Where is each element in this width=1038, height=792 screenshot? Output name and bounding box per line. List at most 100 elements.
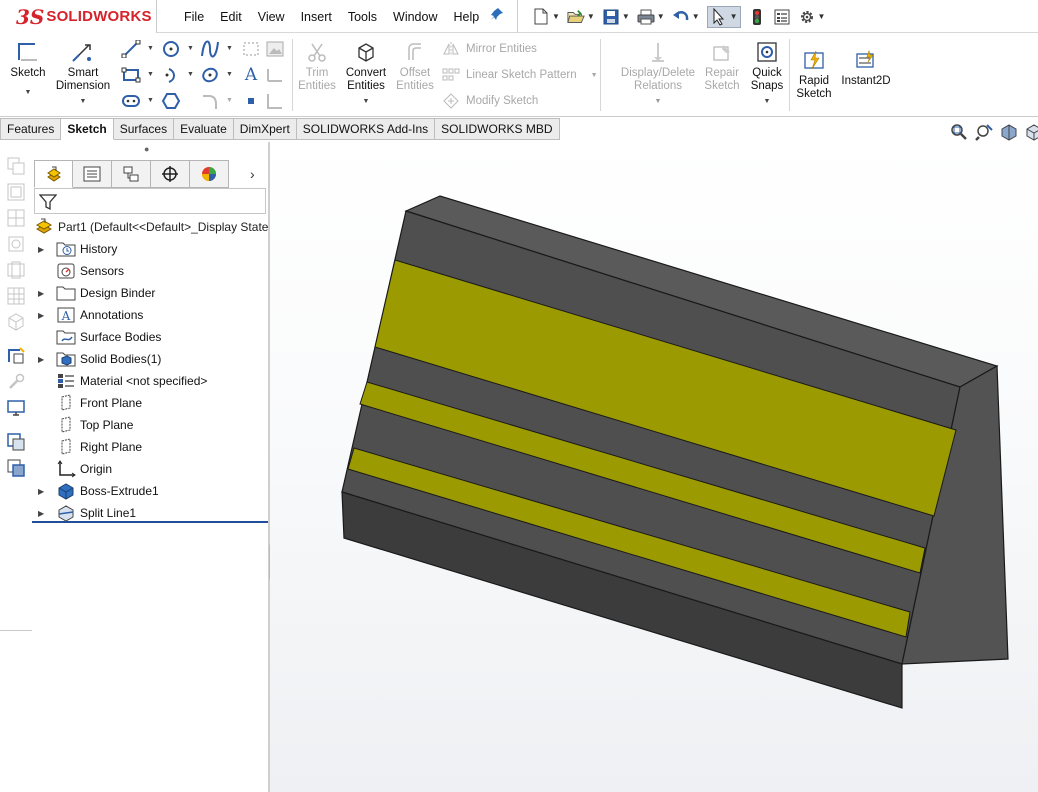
chevron-down-icon[interactable]: ▼ <box>147 71 154 78</box>
tree-item-boss-extrude1[interactable]: ▶ Boss-Extrude1 <box>32 480 268 502</box>
frame-icon[interactable] <box>6 260 26 280</box>
tree-item-top-plane[interactable]: Top Plane <box>32 414 268 436</box>
tree-item-material-not-specified[interactable]: Material <not specified> <box>32 370 268 392</box>
new-document-button[interactable]: ▼ <box>532 8 560 26</box>
tab-propertymanager[interactable] <box>73 160 112 188</box>
menu-window[interactable]: Window <box>385 10 445 24</box>
chevron-down-icon[interactable]: ▼ <box>692 12 700 21</box>
expand-arrow-icon[interactable]: ▶ <box>38 355 44 364</box>
solidworks-logo[interactable]: 3S SOLIDWORKS <box>0 0 157 33</box>
group-icon[interactable] <box>6 234 26 254</box>
select-button[interactable]: ▼ <box>706 5 741 28</box>
mirror-entities-button[interactable]: Mirror Entities <box>442 41 537 57</box>
chevron-down-icon[interactable]: ▼ <box>587 12 595 21</box>
quick-snaps-button[interactable]: Quick Snaps ▼ <box>747 39 787 108</box>
menu-tools[interactable]: Tools <box>340 10 385 24</box>
sketch-fillet-icon[interactable] <box>199 91 221 111</box>
menu-file[interactable]: File <box>176 10 212 24</box>
tab-surfaces[interactable]: Surfaces <box>113 118 175 140</box>
sketch-edit-icon[interactable] <box>6 346 26 366</box>
copy-icon[interactable] <box>6 156 26 176</box>
chevron-down-icon[interactable]: ▼ <box>147 97 154 104</box>
instant2d-button[interactable]: Instant2D <box>838 47 894 88</box>
smart-dimension-button[interactable]: Smart Dimension ▼ <box>52 39 114 108</box>
linear-sketch-pattern-button[interactable]: Linear Sketch Pattern ▼ <box>442 67 598 83</box>
chevron-down-icon[interactable]: ▼ <box>552 12 560 21</box>
slot-icon[interactable] <box>120 91 142 111</box>
graphics-area[interactable] <box>270 142 1038 792</box>
panel-grip-dot[interactable]: ● <box>144 144 149 154</box>
chevron-down-icon[interactable]: ▼ <box>591 72 598 79</box>
sketch-picture-icon[interactable] <box>264 39 286 59</box>
grid-icon[interactable] <box>6 286 26 306</box>
rectangle-icon[interactable] <box>120 65 142 85</box>
centerline-icon[interactable] <box>264 91 286 111</box>
zoom-to-fit-icon[interactable] <box>948 122 970 142</box>
chevron-down-icon[interactable]: ▼ <box>730 12 738 21</box>
construction-geometry-icon[interactable] <box>240 39 262 59</box>
expand-arrow-icon[interactable]: ▶ <box>38 311 44 320</box>
options-button[interactable]: ▼ <box>798 8 826 26</box>
tab-evaluate[interactable]: Evaluate <box>174 118 234 140</box>
make-block-icon[interactable] <box>6 432 26 452</box>
insert-block-icon[interactable] <box>6 458 26 478</box>
rollback-bar[interactable] <box>32 521 268 523</box>
chevron-down-icon[interactable]: ▼ <box>622 12 630 21</box>
expand-arrow-icon[interactable]: ▶ <box>38 289 44 298</box>
expand-arrow-icon[interactable]: ▶ <box>38 509 44 518</box>
view-orientation-icon[interactable] <box>1023 122 1038 142</box>
ellipse-icon[interactable] <box>199 65 221 85</box>
offset-entities-button[interactable]: Offset Entities <box>394 39 436 93</box>
chevron-down-icon[interactable]: ▼ <box>363 95 370 108</box>
zoom-to-area-icon[interactable] <box>973 122 995 142</box>
chevron-down-icon[interactable]: ▼ <box>226 97 233 104</box>
tab-featuremanager[interactable] <box>34 160 73 188</box>
chevron-down-icon[interactable]: ▼ <box>226 71 233 78</box>
chevron-down-icon[interactable]: ▼ <box>226 45 233 52</box>
tab-configurationmanager[interactable] <box>112 160 151 188</box>
expand-arrow-icon[interactable]: ▶ <box>38 245 44 254</box>
tab-dimxpertmanager[interactable] <box>151 160 190 188</box>
tree-item-sensors[interactable]: Sensors <box>32 260 268 282</box>
tab-sketch[interactable]: Sketch <box>61 118 114 140</box>
line-icon[interactable] <box>120 39 142 59</box>
cube-icon[interactable] <box>6 312 26 332</box>
tree-item-surface-bodies[interactable]: Surface Bodies <box>32 326 268 348</box>
tree-root-part[interactable]: Part1 (Default<<Default>_Display State <box>34 216 268 238</box>
tree-item-origin[interactable]: Origin <box>32 458 268 480</box>
tree-item-right-plane[interactable]: Right Plane <box>32 436 268 458</box>
chevron-down-icon[interactable]: ▼ <box>25 86 32 99</box>
polygon-icon[interactable] <box>160 91 182 111</box>
tab-dimxpert[interactable]: DimXpert <box>233 118 297 140</box>
tree-item-front-plane[interactable]: Front Plane <box>32 392 268 414</box>
undo-button[interactable]: ▼ <box>672 8 700 26</box>
menu-insert[interactable]: Insert <box>293 10 340 24</box>
wrench-icon[interactable] <box>6 372 26 392</box>
modify-sketch-button[interactable]: Modify Sketch <box>442 93 538 109</box>
tab-solidworks-mbd[interactable]: SOLIDWORKS MBD <box>435 118 560 140</box>
tree-item-design-binder[interactable]: ▶ Design Binder <box>32 282 268 304</box>
circle-icon[interactable] <box>160 39 182 59</box>
save-button[interactable]: ▼ <box>602 8 630 26</box>
plane-icon[interactable] <box>264 65 286 85</box>
tree-item-solid-bodies-1[interactable]: ▶ Solid Bodies(1) <box>32 348 268 370</box>
chevron-down-icon[interactable]: ▼ <box>818 12 826 21</box>
arc-icon[interactable] <box>160 65 182 85</box>
part-model[interactable] <box>270 142 1038 792</box>
convert-entities-button[interactable]: Convert Entities ▼ <box>342 39 390 108</box>
print-button[interactable]: ▼ <box>637 8 665 26</box>
layout-icon[interactable] <box>6 182 26 202</box>
tab-features[interactable]: Features <box>0 118 62 140</box>
chevron-down-icon[interactable]: ▼ <box>187 45 194 52</box>
pin-menu-icon[interactable] <box>490 7 504 24</box>
text-icon[interactable]: A <box>240 65 262 85</box>
menu-help[interactable]: Help <box>446 10 488 24</box>
section-view-icon[interactable] <box>998 122 1020 142</box>
tab-displaymanager[interactable] <box>190 160 229 188</box>
tree-filter[interactable] <box>34 188 266 214</box>
menu-view[interactable]: View <box>250 10 293 24</box>
block-icon[interactable] <box>6 208 26 228</box>
tree-item-history[interactable]: ▶ History <box>32 238 268 260</box>
spline-icon[interactable] <box>199 39 221 59</box>
display-icon[interactable] <box>6 398 26 418</box>
